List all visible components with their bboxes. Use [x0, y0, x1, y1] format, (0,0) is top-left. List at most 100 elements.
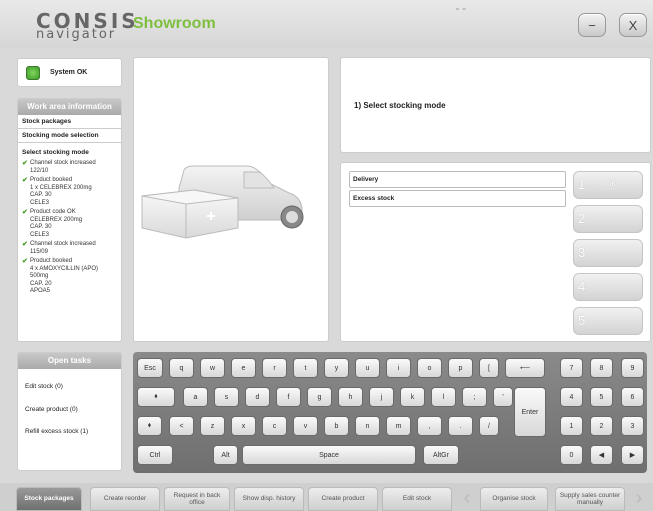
key-alt[interactable]: Alt: [213, 445, 238, 465]
key-r2-11[interactable]: ': [493, 387, 513, 407]
numpad-key-10[interactable]: ◀: [590, 445, 613, 465]
tab-supply-sales-counter-manually[interactable]: Supply sales counter manually: [555, 487, 625, 511]
scroll-left-icon[interactable]: ‹: [460, 487, 474, 511]
key-ctrl[interactable]: Ctrl: [137, 445, 173, 465]
key-8[interactable]: i: [386, 358, 411, 378]
key-r2-9[interactable]: l: [431, 387, 456, 407]
log-entry: ✔ Product booked 4 x AMOXYCILLIN (APO) 500m…: [18, 257, 121, 297]
key-r3-4[interactable]: c: [262, 416, 287, 436]
key-r3-2[interactable]: z: [200, 416, 225, 436]
key-r2-2[interactable]: s: [214, 387, 239, 407]
key-backspace[interactable]: ⟵: [505, 358, 545, 378]
numpad-key-1[interactable]: 8: [590, 358, 613, 378]
log-line: 4 x AMOXYCILLIN (APO): [30, 265, 99, 272]
number-button-1[interactable]: 1 OK: [573, 171, 643, 199]
option-excess-stock[interactable]: Excess stock: [349, 190, 566, 207]
key-r3-1[interactable]: <: [169, 416, 194, 436]
key-shift[interactable]: ⬧: [137, 416, 162, 436]
key-r3-3[interactable]: x: [231, 416, 256, 436]
close-button[interactable]: X: [619, 13, 647, 37]
illustration-panel: [133, 57, 329, 342]
number-button-3[interactable]: 3: [573, 239, 643, 267]
key-r3-11[interactable]: /: [479, 416, 499, 436]
task-refill-excess-stock[interactable]: Refill excess stock (1): [18, 428, 88, 435]
work-area-header: Work area information: [18, 99, 121, 115]
numpad-key-9[interactable]: 0: [560, 445, 583, 465]
logo-navigator: navigator: [36, 27, 117, 42]
key-11[interactable]: [: [479, 358, 499, 378]
key-r2-7[interactable]: j: [369, 387, 394, 407]
key-r3-9[interactable]: ,: [417, 416, 442, 436]
numpad-key-4[interactable]: 5: [590, 387, 613, 407]
activity-log: ✔ Channel stock increased 122/10 ✔ Product b…: [18, 159, 121, 297]
tab-edit-stock[interactable]: Edit stock: [382, 487, 452, 511]
number-button-text: OK: [606, 181, 617, 188]
chevron-down-icon[interactable]: ⌄⌄: [454, 3, 467, 12]
task-edit-stock[interactable]: Edit stock (0): [18, 383, 63, 390]
onscreen-keyboard: Esc q w e r t y u i o p [ ⟵ ⬧ a s d f g h j k l; ' ⬧ < z x c v b n m,. / E…: [133, 352, 647, 473]
minimize-button[interactable]: −: [578, 13, 606, 37]
key-space[interactable]: Space: [242, 445, 416, 465]
key-r3-10[interactable]: .: [448, 416, 473, 436]
key-7[interactable]: u: [355, 358, 380, 378]
log-line: Product booked: [30, 258, 73, 264]
key-6[interactable]: y: [324, 358, 349, 378]
open-tasks-header: Open tasks: [18, 353, 121, 369]
tab-organise-stock[interactable]: Organise stock: [480, 487, 548, 511]
tab-create-reorder[interactable]: Create reorder: [90, 487, 160, 511]
key-10[interactable]: p: [448, 358, 473, 378]
key-1[interactable]: q: [169, 358, 194, 378]
scroll-right-icon[interactable]: ›: [632, 487, 646, 511]
key-esc[interactable]: Esc: [137, 358, 163, 378]
key-r2-4[interactable]: f: [276, 387, 301, 407]
checkmark-icon: ✔: [22, 258, 28, 265]
tab-show-disp-history[interactable]: Show disp. history: [234, 487, 304, 511]
numpad-key-2[interactable]: 9: [621, 358, 644, 378]
option-delivery[interactable]: Delivery: [349, 171, 566, 188]
key-5[interactable]: t: [293, 358, 318, 378]
key-3[interactable]: e: [231, 358, 256, 378]
key-altgr[interactable]: AltGr: [423, 445, 459, 465]
key-enter[interactable]: Enter: [514, 387, 546, 437]
system-status-label: System OK: [50, 69, 88, 76]
key-caps[interactable]: ⬧: [137, 387, 175, 407]
key-2[interactable]: w: [200, 358, 225, 378]
numpad-key-7[interactable]: 2: [590, 416, 613, 436]
number-button-number: 3: [578, 245, 586, 260]
work-area-item: Stocking mode selection: [18, 129, 121, 143]
numpad-key-6[interactable]: 1: [560, 416, 583, 436]
app-title: Showroom: [133, 15, 216, 32]
number-button-4[interactable]: 4: [573, 273, 643, 301]
log-line: CELEBREX 200mg: [30, 216, 83, 223]
key-r2-6[interactable]: h: [338, 387, 363, 407]
system-status: System OK: [17, 58, 122, 87]
numpad-key-8[interactable]: 3: [621, 416, 644, 436]
tab-stock-packages[interactable]: Stock packages: [16, 487, 82, 511]
number-button-2[interactable]: 2: [573, 205, 643, 233]
tab-create-product[interactable]: Create product: [308, 487, 378, 511]
open-tasks-panel: Open tasks Edit stock (0) Create product…: [17, 352, 122, 471]
key-r3-7[interactable]: n: [355, 416, 380, 436]
key-r3-8[interactable]: m: [386, 416, 411, 436]
key-r3-5[interactable]: v: [293, 416, 318, 436]
close-icon: X: [628, 17, 638, 33]
work-area-item: Stock packages: [18, 115, 121, 129]
numpad-key-11[interactable]: ▶: [621, 445, 644, 465]
number-button-5[interactable]: 5: [573, 307, 643, 335]
key-9[interactable]: o: [417, 358, 442, 378]
work-area-panel: Work area information Stock packages Sto…: [17, 98, 122, 342]
key-4[interactable]: r: [262, 358, 287, 378]
numpad-key-3[interactable]: 4: [560, 387, 583, 407]
log-entry: ✔ Channel stock increased 115/09: [18, 240, 121, 257]
task-create-product[interactable]: Create product (0): [18, 406, 78, 413]
numpad-key-5[interactable]: 6: [621, 387, 644, 407]
tab-request-in-back-office[interactable]: Request in back office: [164, 487, 230, 511]
key-r2-3[interactable]: d: [245, 387, 270, 407]
key-r2-1[interactable]: a: [183, 387, 208, 407]
numpad-key-0[interactable]: 7: [560, 358, 583, 378]
key-r3-6[interactable]: b: [324, 416, 349, 436]
log-line: CAP. 30: [30, 192, 52, 198]
key-r2-5[interactable]: g: [307, 387, 332, 407]
key-r2-8[interactable]: k: [400, 387, 425, 407]
key-r2-10[interactable]: ;: [462, 387, 487, 407]
